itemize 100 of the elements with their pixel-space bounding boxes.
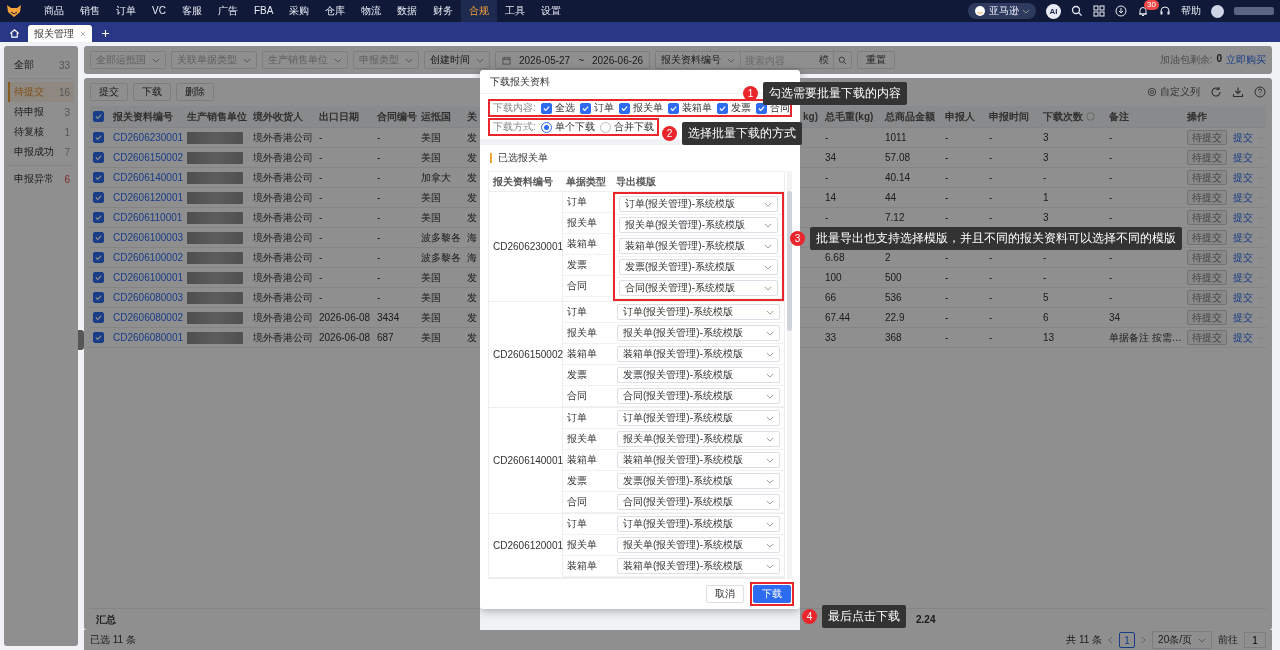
checkbox[interactable]	[618, 102, 630, 114]
bell-icon[interactable]	[1137, 5, 1149, 17]
search-mode-toggle[interactable]: 模	[815, 53, 834, 67]
document-type: 发票	[567, 368, 587, 382]
nav-menu-item[interactable]: 物流	[353, 0, 390, 22]
nav-menu-item[interactable]: 销售	[72, 0, 108, 22]
download-icon[interactable]	[1232, 86, 1244, 98]
template-select[interactable]: 订单(报关管理)-系统模版	[619, 196, 778, 212]
row-checkbox[interactable]	[93, 151, 104, 163]
content-checkbox-option[interactable]: 报关单	[618, 101, 663, 115]
table-cell-text: 波多黎各	[420, 250, 462, 265]
status-filter-item[interactable]: 待复核 1	[8, 122, 74, 142]
nav-menu-item[interactable]: 订单	[108, 0, 144, 22]
row-checkbox[interactable]	[93, 191, 104, 203]
ai-button[interactable]: AI	[1046, 3, 1061, 19]
nav-menu-item[interactable]: 采购	[281, 0, 318, 22]
template-select[interactable]: 报关单(报关管理)-系统模版	[617, 325, 780, 341]
template-select[interactable]: 订单(报关管理)-系统模版	[617, 304, 780, 320]
avatar-icon[interactable]	[1211, 4, 1224, 18]
download-button[interactable]: 下载	[753, 585, 791, 603]
logo-icon[interactable]	[6, 4, 22, 18]
checkbox[interactable]	[716, 102, 728, 114]
template-select[interactable]: 发票(报关管理)-系统模版	[617, 473, 780, 489]
status-filter-item[interactable]: 待申报 3	[8, 102, 74, 122]
document-type: 发票	[567, 474, 587, 488]
nav-menu-item[interactable]: 合规	[461, 0, 498, 22]
reset-button[interactable]: 重置	[857, 51, 896, 69]
row-checkbox[interactable]	[93, 131, 104, 143]
scrollbar[interactable]	[787, 171, 792, 579]
template-select[interactable]: 报关单(报关管理)-系统模版	[619, 217, 778, 233]
toolbar-button[interactable]: 删除	[176, 83, 214, 101]
collapse-handle[interactable]	[78, 330, 84, 350]
method-radio-option[interactable]: 单个下载	[540, 120, 595, 134]
content-checkbox-option[interactable]: 装箱单	[667, 101, 712, 115]
nav-menu-item[interactable]: 财务	[425, 0, 462, 22]
next-page-icon[interactable]	[1141, 636, 1147, 644]
nav-menu-item[interactable]: 客服	[173, 0, 210, 22]
grid-icon[interactable]	[1093, 5, 1105, 17]
template-select[interactable]: 装箱单(报关管理)-系统模版	[617, 558, 780, 574]
content-checkbox-option[interactable]: 发票	[716, 101, 751, 115]
template-select[interactable]: 发票(报关管理)-系统模版	[617, 367, 780, 383]
date-range-field[interactable]: 2026-05-27 ~ 2026-06-26	[495, 51, 651, 69]
row-checkbox[interactable]	[93, 311, 104, 323]
template-select[interactable]: 装箱单(报关管理)-系统模版	[619, 238, 778, 254]
method-radio-option[interactable]: 合并下载	[599, 120, 654, 134]
row-checkbox[interactable]	[93, 251, 104, 263]
checkbox[interactable]	[667, 102, 679, 114]
radio-button[interactable]	[599, 121, 611, 133]
toolbar-button[interactable]: 提交	[90, 83, 128, 101]
row-checkbox[interactable]	[93, 331, 104, 343]
close-icon[interactable]	[80, 30, 86, 37]
store-selector[interactable]: 亚马逊	[968, 3, 1036, 19]
custom-columns-button[interactable]: 自定义列	[1147, 85, 1200, 99]
nav-menu-item[interactable]: VC	[144, 0, 174, 22]
content-checkbox-option[interactable]: 订单	[579, 101, 614, 115]
page-input[interactable]: 1	[1244, 632, 1266, 648]
checkbox[interactable]	[579, 102, 591, 114]
refresh-icon[interactable]	[1210, 86, 1222, 98]
time-field-select[interactable]: 创建时间	[424, 51, 490, 69]
nav-menu-item[interactable]: 设置	[533, 0, 570, 22]
status-filter-item[interactable]: 申报异常 6	[8, 169, 74, 189]
content-checkbox-option[interactable]: 全选	[540, 101, 575, 115]
nav-menu-item[interactable]: FBA	[245, 0, 282, 22]
template-select[interactable]: 装箱单(报关管理)-系统模版	[617, 346, 780, 362]
row-checkbox[interactable]	[93, 231, 104, 243]
radio-button[interactable]	[540, 121, 552, 133]
template-select[interactable]: 报关单(报关管理)-系统模版	[617, 431, 780, 447]
status-label: 全部	[14, 58, 34, 72]
previous-page-icon[interactable]	[1108, 636, 1114, 644]
template-select[interactable]: 合同(报关管理)-系统模版	[619, 280, 778, 296]
checkbox[interactable]	[540, 102, 552, 114]
nav-menu-item[interactable]: 仓库	[317, 0, 354, 22]
nav-menu-item[interactable]: 工具	[497, 0, 534, 22]
select-all-checkbox[interactable]	[93, 110, 104, 122]
help-icon[interactable]	[1254, 86, 1266, 98]
row-checkbox[interactable]	[93, 171, 104, 183]
template-select[interactable]: 合同(报关管理)-系统模版	[617, 388, 780, 404]
template-select[interactable]: 发票(报关管理)-系统模版	[619, 259, 778, 275]
template-select[interactable]: 装箱单(报关管理)-系统模版	[617, 452, 780, 468]
search-icon[interactable]	[1071, 5, 1083, 17]
template-select[interactable]: 订单(报关管理)-系统模版	[617, 516, 780, 532]
template-select[interactable]: 订单(报关管理)-系统模版	[617, 410, 780, 426]
nav-menu-item[interactable]: 商品	[36, 0, 72, 22]
row-checkbox[interactable]	[93, 271, 104, 283]
headset-icon[interactable]	[1159, 5, 1171, 17]
toolbar-button[interactable]: 下载	[133, 83, 171, 101]
column-header: kg)	[803, 111, 818, 122]
download-circle-icon[interactable]	[1115, 5, 1127, 17]
template-select[interactable]: 报关单(报关管理)-系统模版	[617, 537, 780, 553]
nav-menu-item[interactable]: 数据	[389, 0, 426, 22]
row-checkbox[interactable]	[93, 291, 104, 303]
row-checkbox[interactable]	[93, 211, 104, 223]
help-link[interactable]: 帮助	[1181, 4, 1201, 18]
status-filter-item[interactable]: 全部 33	[8, 55, 74, 75]
page-size-select[interactable]: 20条/页	[1152, 631, 1212, 649]
nav-menu-item[interactable]: 广告	[209, 0, 246, 22]
cancel-button[interactable]: 取消	[706, 585, 744, 603]
template-select[interactable]: 合同(报关管理)-系统模版	[617, 494, 780, 510]
page-tab[interactable]: 报关管理	[28, 25, 92, 42]
table-cell-text: 3	[1042, 152, 1050, 163]
